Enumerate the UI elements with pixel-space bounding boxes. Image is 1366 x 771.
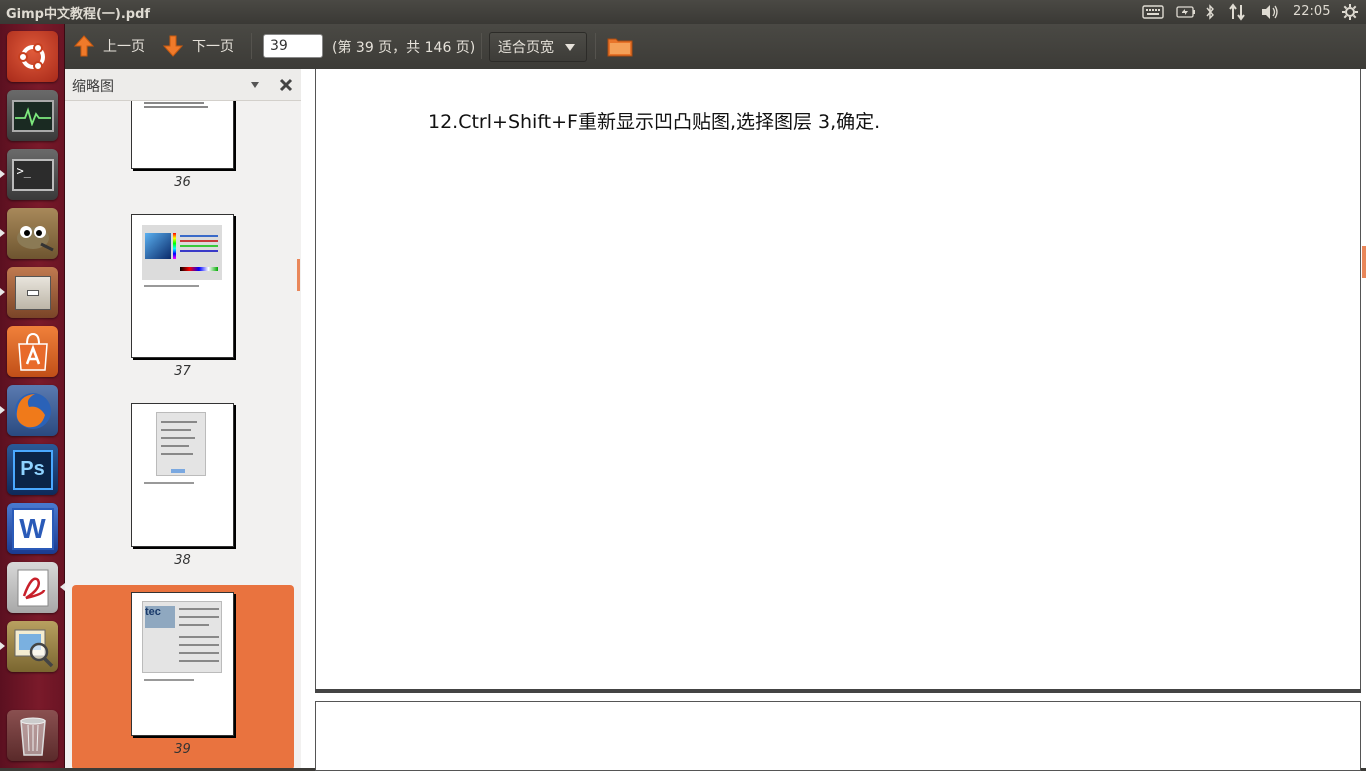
scroll-position-marker[interactable]: [1362, 246, 1366, 278]
running-indicator: [0, 288, 5, 296]
page-shadow: [315, 689, 1361, 693]
previous-page-label: 上一页: [103, 39, 145, 55]
close-icon[interactable]: [279, 78, 293, 92]
keyboard-icon[interactable]: [1140, 0, 1166, 24]
scroll-position-marker[interactable]: [297, 259, 300, 291]
thumbnail-label: 39: [174, 742, 191, 757]
running-indicator: [0, 642, 5, 650]
thumbnail-label: 37: [174, 364, 191, 379]
top-panel: Gimp中文教程(一).pdf 22:05: [0, 0, 1366, 24]
running-indicator: [0, 406, 5, 414]
ubuntu-home-icon[interactable]: [7, 31, 58, 82]
firefox-icon[interactable]: [7, 385, 58, 436]
toolbar-separator: [481, 33, 482, 59]
image-viewer-icon[interactable]: [7, 621, 58, 672]
wps-writer-icon[interactable]: W: [7, 503, 58, 554]
gimp-icon[interactable]: [7, 208, 58, 259]
window-title: Gimp中文教程(一).pdf: [6, 7, 151, 22]
folder-icon: [607, 38, 633, 57]
thumbnail-page-36[interactable]: [131, 101, 234, 169]
document-page: 12.Ctrl+Shift+F重新显示凹凸贴图,选择图层 3,确定.: [315, 69, 1361, 693]
running-indicator: [0, 170, 5, 178]
thumbnail-list[interactable]: 36 37 38 tec 39: [65, 101, 301, 768]
bluetooth-icon[interactable]: [1202, 0, 1218, 24]
clock[interactable]: 22:05: [1293, 4, 1330, 19]
network-icon[interactable]: [1226, 0, 1248, 24]
software-center-icon[interactable]: [7, 326, 58, 377]
thumbnail-page-39[interactable]: tec: [131, 592, 234, 736]
document-page-next: [315, 701, 1361, 771]
toolbar-separator: [595, 33, 596, 59]
sidebar-header: 缩略图: [65, 69, 301, 101]
document-view[interactable]: 12.Ctrl+Shift+F重新显示凹凸贴图,选择图层 3,确定.: [301, 69, 1366, 771]
volume-icon[interactable]: [1258, 0, 1282, 24]
toolbar-separator: [251, 33, 252, 59]
running-indicator: [0, 229, 5, 237]
file-manager-icon[interactable]: [7, 267, 58, 318]
page-number-input[interactable]: [263, 34, 323, 58]
thumbnail-label: 38: [174, 553, 191, 568]
next-page-button[interactable]: 下一页: [162, 32, 234, 60]
next-page-label: 下一页: [192, 39, 234, 55]
zoom-select-value: 适合页宽: [498, 40, 554, 56]
terminal-icon[interactable]: >_: [7, 149, 58, 200]
system-monitor-icon[interactable]: [7, 90, 58, 141]
page-count-label: (第 39 页，共 146 页): [332, 40, 476, 56]
document-text: 12.Ctrl+Shift+F重新显示凹凸贴图,选择图层 3,确定.: [428, 111, 881, 133]
open-file-button[interactable]: [607, 32, 633, 60]
arrow-up-icon: [73, 35, 95, 57]
sidebar-dropdown-icon[interactable]: [251, 82, 259, 88]
toolbar: 上一页 下一页 (第 39 页，共 146 页) 适合页宽: [65, 24, 1366, 69]
sidebar-title: 缩略图: [72, 79, 114, 95]
photoshop-icon[interactable]: Ps: [7, 444, 58, 495]
gear-icon[interactable]: [1340, 0, 1360, 24]
battery-icon[interactable]: [1174, 0, 1198, 24]
launcher: >_ Ps W: [0, 24, 65, 768]
zoom-select[interactable]: 适合页宽: [489, 32, 587, 62]
thumbnail-page-38[interactable]: [131, 403, 234, 547]
sidebar: 缩略图 36 37 38 tec 39: [65, 69, 301, 768]
chevron-down-icon: [565, 44, 575, 51]
arrow-down-icon: [162, 35, 184, 57]
thumbnail-page-37[interactable]: [131, 214, 234, 358]
thumbnail-label: 36: [174, 175, 191, 190]
trash-icon[interactable]: [7, 710, 58, 761]
pdf-reader-icon[interactable]: [7, 562, 58, 613]
previous-page-button[interactable]: 上一页: [73, 32, 145, 60]
